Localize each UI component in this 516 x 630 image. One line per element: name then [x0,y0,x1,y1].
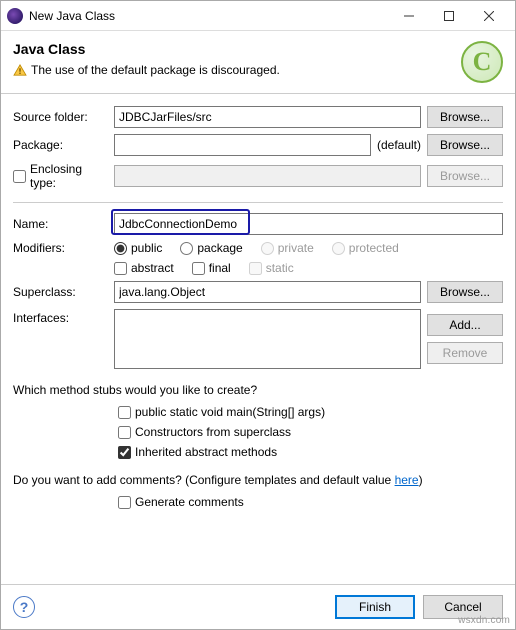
package-default-suffix: (default) [377,138,421,152]
help-button[interactable]: ? [13,596,35,618]
modifier-protected: protected [332,241,399,255]
modifiers-label: Modifiers: [13,241,108,255]
source-folder-input[interactable] [114,106,421,128]
checkbox-static [249,262,262,275]
remove-interface-button: Remove [427,342,503,364]
browse-enclosing-button: Browse... [427,165,503,187]
checkbox-main[interactable] [118,406,131,419]
package-input[interactable] [114,134,371,156]
finish-button[interactable]: Finish [335,595,415,619]
checkbox-constructors[interactable] [118,426,131,439]
superclass-input[interactable] [114,281,421,303]
separator [13,202,503,203]
radio-protected [332,242,345,255]
content-area: Source folder: Browse... Package: (defau… [1,94,515,584]
watermark: wsxdn.com [458,615,510,626]
modifier-abstract[interactable]: abstract [114,261,174,275]
enclosing-type-checkbox[interactable] [13,170,26,183]
radio-private [261,242,274,255]
modifier-final[interactable]: final [192,261,231,275]
package-label: Package: [13,138,108,152]
dialog-header: Java Class The use of the default packag… [1,31,515,94]
browse-package-button[interactable]: Browse... [427,134,503,156]
browse-superclass-button[interactable]: Browse... [427,281,503,303]
checkbox-abstract[interactable] [114,262,127,275]
enclosing-type-input [114,165,421,187]
stub-constructors[interactable]: Constructors from superclass [118,425,503,439]
name-input[interactable] [114,213,503,235]
generate-comments[interactable]: Generate comments [118,495,503,509]
minimize-icon [404,11,414,21]
configure-templates-link[interactable]: here [395,473,419,487]
stub-inherited[interactable]: Inherited abstract methods [118,445,503,459]
modifier-public[interactable]: public [114,241,162,255]
minimize-button[interactable] [389,2,429,30]
page-title: Java Class [13,41,461,57]
eclipse-icon [7,8,23,24]
interfaces-label: Interfaces: [13,309,108,325]
checkbox-generate-comments[interactable] [118,496,131,509]
stub-main[interactable]: public static void main(String[] args) [118,405,503,419]
enclosing-type-check[interactable]: Enclosing type: [13,162,108,190]
close-icon [484,11,494,21]
radio-public[interactable] [114,242,127,255]
name-label: Name: [13,217,108,231]
modifier-package[interactable]: package [180,241,242,255]
stubs-question: Which method stubs would you like to cre… [13,383,503,397]
superclass-label: Superclass: [13,285,108,299]
maximize-button[interactable] [429,2,469,30]
comments-question: Do you want to add comments? (Configure … [13,473,503,487]
dialog-footer: ? Finish Cancel [1,584,515,629]
class-icon: C [461,41,503,83]
modifier-private: private [261,241,314,255]
modifier-static: static [249,261,294,275]
add-interface-button[interactable]: Add... [427,314,503,336]
interfaces-list[interactable] [114,309,421,369]
checkbox-inherited[interactable] [118,446,131,459]
title-bar: New Java Class [1,1,515,31]
radio-package[interactable] [180,242,193,255]
close-button[interactable] [469,2,509,30]
browse-source-button[interactable]: Browse... [427,106,503,128]
checkbox-final[interactable] [192,262,205,275]
source-folder-label: Source folder: [13,110,108,124]
window-title: New Java Class [29,9,389,23]
maximize-icon [444,11,454,21]
warning-text: The use of the default package is discou… [31,63,280,77]
enclosing-type-label: Enclosing type: [30,162,108,190]
warning-icon [13,64,27,76]
